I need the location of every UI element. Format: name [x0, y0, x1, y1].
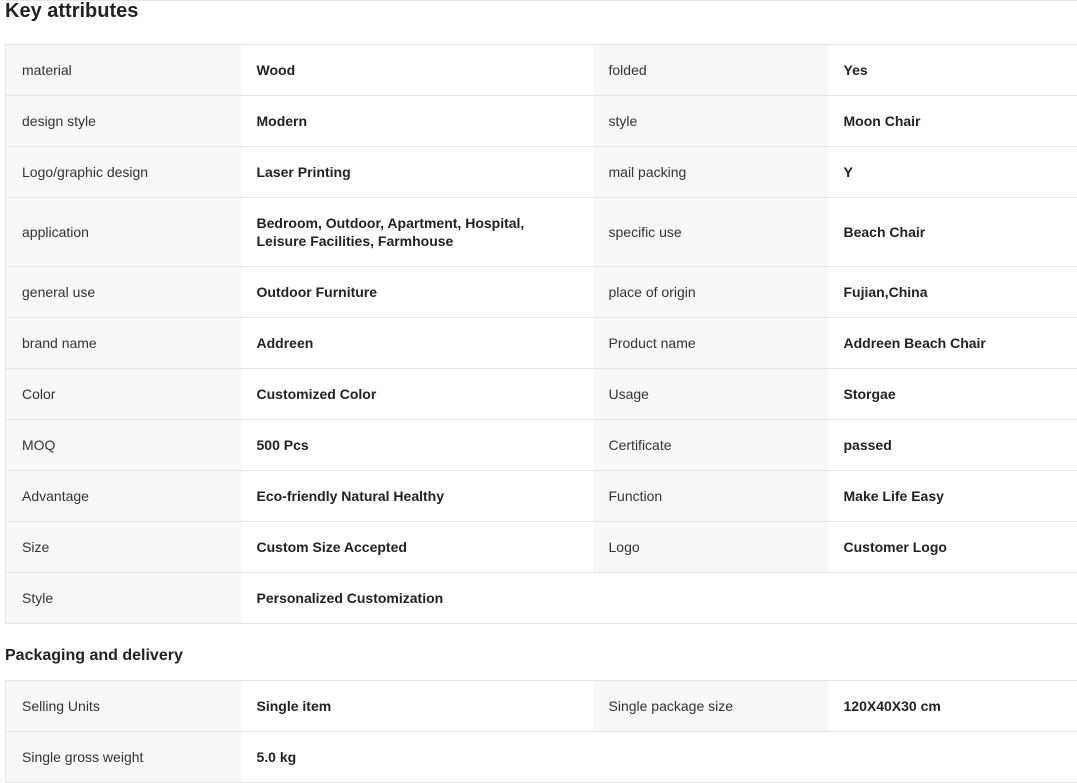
table-row: general use Outdoor Furniture place of o… [6, 267, 1077, 318]
table-row: Advantage Eco-friendly Natural Healthy F… [6, 471, 1077, 522]
attribute-value: Customized Color [241, 369, 593, 420]
attribute-label: material [6, 45, 241, 96]
table-row: Style Personalized Customization [6, 573, 1077, 624]
attribute-label: Single package size [593, 681, 828, 732]
table-row: application Bedroom, Outdoor, Apartment,… [6, 198, 1077, 267]
attribute-label: Logo [593, 522, 828, 573]
attribute-label: mail packing [593, 147, 828, 198]
table-row: design style Modern style Moon Chair [6, 96, 1077, 147]
attribute-label: Advantage [6, 471, 241, 522]
attribute-label: Style [6, 573, 241, 624]
attribute-label: Function [593, 471, 828, 522]
attribute-value: Outdoor Furniture [241, 267, 593, 318]
attribute-value: Eco-friendly Natural Healthy [241, 471, 593, 522]
attribute-value: 5.0 kg [241, 732, 593, 783]
attribute-value: Moon Chair [828, 96, 1077, 147]
packaging-delivery-table: Selling Units Single item Single package… [5, 680, 1077, 783]
attribute-label: specific use [593, 198, 828, 267]
attribute-label: MOQ [6, 420, 241, 471]
attribute-label: brand name [6, 318, 241, 369]
attribute-value: Fujian,China [828, 267, 1077, 318]
attribute-label: Usage [593, 369, 828, 420]
attribute-label: Product name [593, 318, 828, 369]
attribute-value: 120X40X30 cm [828, 681, 1077, 732]
key-attributes-title: Key attributes [5, 0, 138, 22]
attribute-label: style [593, 96, 828, 147]
attribute-label: Size [6, 522, 241, 573]
empty-cell [828, 732, 1077, 783]
attribute-label: Selling Units [6, 681, 241, 732]
attribute-label: application [6, 198, 241, 267]
attribute-value: Personalized Customization [241, 573, 593, 624]
attribute-value: Yes [828, 45, 1077, 96]
empty-cell [593, 732, 828, 783]
attribute-value: Storgae [828, 369, 1077, 420]
key-attributes-table: material Wood folded Yes design style Mo… [5, 44, 1077, 624]
attribute-value: Beach Chair [828, 198, 1077, 267]
attribute-value: passed [828, 420, 1077, 471]
table-row: Selling Units Single item Single package… [6, 681, 1077, 732]
table-row: MOQ 500 Pcs Certificate passed [6, 420, 1077, 471]
attribute-value: Addreen Beach Chair [828, 318, 1077, 369]
attribute-label: design style [6, 96, 241, 147]
table-row: Color Customized Color Usage Storgae [6, 369, 1077, 420]
attribute-label: folded [593, 45, 828, 96]
attribute-value: Bedroom, Outdoor, Apartment, Hospital, L… [241, 198, 593, 267]
attribute-value: Single item [241, 681, 593, 732]
table-row: brand name Addreen Product name Addreen … [6, 318, 1077, 369]
attribute-value: Modern [241, 96, 593, 147]
empty-cell [828, 573, 1077, 624]
attribute-label: Color [6, 369, 241, 420]
empty-cell [593, 573, 828, 624]
attribute-label: Single gross weight [6, 732, 241, 783]
attribute-value: Wood [241, 45, 593, 96]
attribute-value: Addreen [241, 318, 593, 369]
attribute-value: Custom Size Accepted [241, 522, 593, 573]
attribute-label: Certificate [593, 420, 828, 471]
attribute-label: Logo/graphic design [6, 147, 241, 198]
attribute-value: Make Life Easy [828, 471, 1077, 522]
attribute-value: Laser Printing [241, 147, 593, 198]
attribute-value: 500 Pcs [241, 420, 593, 471]
top-divider [0, 0, 1077, 1]
attribute-label: general use [6, 267, 241, 318]
table-row: Single gross weight 5.0 kg [6, 732, 1077, 783]
attribute-value: Y [828, 147, 1077, 198]
table-row: Size Custom Size Accepted Logo Customer … [6, 522, 1077, 573]
attribute-value: Customer Logo [828, 522, 1077, 573]
table-row: Logo/graphic design Laser Printing mail … [6, 147, 1077, 198]
table-row: material Wood folded Yes [6, 45, 1077, 96]
packaging-delivery-title: Packaging and delivery [5, 646, 183, 666]
attribute-label: place of origin [593, 267, 828, 318]
